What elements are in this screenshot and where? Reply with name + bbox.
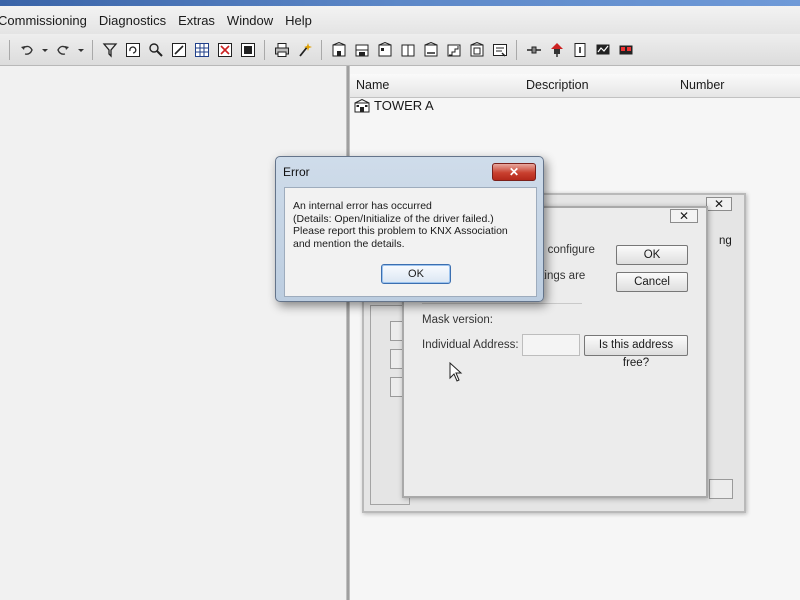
- mouse-cursor-icon: [449, 362, 463, 382]
- redo-icon[interactable]: [53, 40, 73, 60]
- corridor-icon[interactable]: [421, 40, 441, 60]
- individual-address-label: Individual Address:: [422, 339, 519, 351]
- distribution-icon[interactable]: [467, 40, 487, 60]
- wizard-icon[interactable]: [295, 40, 315, 60]
- bus-icon[interactable]: [616, 40, 636, 60]
- grid-view-icon[interactable]: [192, 40, 212, 60]
- toolbar: [0, 34, 800, 66]
- toolbar-separator: [9, 39, 10, 60]
- list-item[interactable]: TOWER A: [354, 98, 434, 113]
- column-header-name[interactable]: Name: [356, 78, 389, 92]
- dialog-title: Error: [283, 165, 310, 179]
- menu-extras[interactable]: Extras: [172, 13, 221, 28]
- cancel-button[interactable]: Cancel: [616, 272, 688, 292]
- cabinet-icon[interactable]: [398, 40, 418, 60]
- list-item-name: TOWER A: [374, 98, 434, 113]
- settings-text: ttings are: [538, 270, 586, 282]
- connector-icon[interactable]: [524, 40, 544, 60]
- building-icon[interactable]: [329, 40, 349, 60]
- list-header: Name Description Number: [350, 74, 800, 98]
- window-icon[interactable]: [238, 40, 258, 60]
- print-icon[interactable]: [272, 40, 292, 60]
- toolbar-separator: [264, 39, 265, 60]
- filter-icon[interactable]: [100, 40, 120, 60]
- divider: [422, 303, 582, 304]
- mask-version-label: Mask version:: [422, 314, 493, 326]
- toolbar-separator: [92, 39, 93, 60]
- menu-commissioning[interactable]: Commissioning: [0, 13, 93, 28]
- individual-address-field[interactable]: [522, 334, 580, 356]
- stairs-icon[interactable]: [444, 40, 464, 60]
- ok-button[interactable]: OK: [616, 245, 688, 265]
- delete-icon[interactable]: [215, 40, 235, 60]
- undo-dropdown-icon[interactable]: [40, 40, 50, 60]
- column-header-number[interactable]: Number: [680, 78, 724, 92]
- error-dialog: Error ✕ An internal error has occurred (…: [275, 156, 544, 302]
- room-icon[interactable]: [375, 40, 395, 60]
- building-icon: [354, 98, 370, 112]
- redo-dropdown-icon[interactable]: [76, 40, 86, 60]
- error-body: An internal error has occurred (Details:…: [284, 187, 537, 297]
- properties-icon[interactable]: [169, 40, 189, 60]
- find-icon[interactable]: [146, 40, 166, 60]
- close-button[interactable]: ✕: [492, 163, 536, 181]
- topology-tree-pane[interactable]: [0, 66, 346, 600]
- menu-diagnostics[interactable]: Diagnostics: [93, 13, 172, 28]
- check-address-button[interactable]: Is this address free?: [584, 335, 688, 369]
- ok-button[interactable]: OK: [381, 264, 451, 284]
- toolbar-separator: [516, 39, 517, 60]
- info-icon[interactable]: [570, 40, 590, 60]
- configure-text: o configure: [538, 244, 595, 256]
- error-message: An internal error has occurred (Details:…: [293, 200, 508, 250]
- refresh-icon[interactable]: [123, 40, 143, 60]
- function-icon[interactable]: [490, 40, 510, 60]
- device-icon[interactable]: [547, 40, 567, 60]
- tab-label-partial[interactable]: ng: [719, 235, 732, 247]
- menu-window[interactable]: Window: [221, 13, 279, 28]
- undo-icon[interactable]: [17, 40, 37, 60]
- toolbar-separator: [321, 39, 322, 60]
- floor-icon[interactable]: [352, 40, 372, 60]
- column-header-description[interactable]: Description: [526, 78, 589, 92]
- monitor-icon[interactable]: [593, 40, 613, 60]
- menu-help[interactable]: Help: [279, 13, 318, 28]
- close-icon[interactable]: ✕: [706, 197, 732, 211]
- side-button[interactable]: [709, 479, 733, 499]
- close-icon[interactable]: ✕: [670, 209, 698, 223]
- menu-bar: Commissioning Diagnostics Extras Window …: [0, 6, 800, 34]
